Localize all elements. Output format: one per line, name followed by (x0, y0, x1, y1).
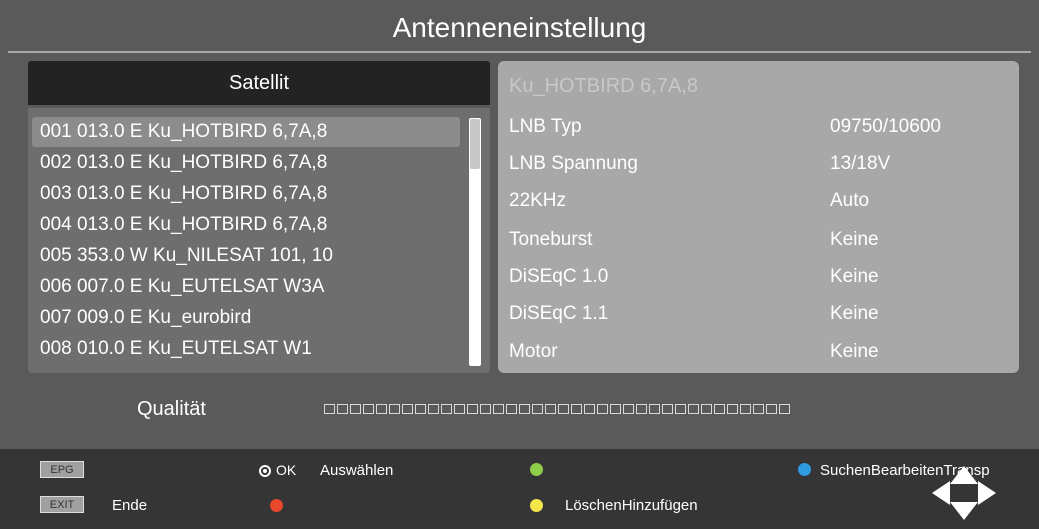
detail-label-diseqc-1-1: DiSEqC 1.1 (509, 303, 609, 324)
ok-action-label: Auswählen (320, 462, 394, 479)
quality-segment (701, 404, 712, 414)
quality-meter (324, 404, 790, 416)
green-button-icon[interactable] (530, 463, 543, 476)
satellite-item-2[interactable]: 002 013.0 E Ku_HOTBIRD 6,7A,8 (32, 148, 460, 178)
quality-segment (571, 404, 582, 414)
quality-segment (610, 404, 621, 414)
quality-segment (753, 404, 764, 414)
quality-segment (428, 404, 439, 414)
satellite-item-6[interactable]: 006 007.0 E Ku_EUTELSAT W3A (32, 272, 460, 302)
epg-key[interactable]: EPG (40, 461, 84, 478)
satellite-item-8[interactable]: 008 010.0 E Ku_EUTELSAT W1 (32, 334, 460, 364)
satellite-list-scrollbar[interactable] (469, 118, 481, 366)
quality-segment (337, 404, 348, 414)
quality-segment (389, 404, 400, 414)
satellite-item-4[interactable]: 004 013.0 E Ku_HOTBIRD 6,7A,8 (32, 210, 460, 240)
quality-segment (493, 404, 504, 414)
red-button-icon[interactable] (270, 499, 283, 512)
quality-segment (545, 404, 556, 414)
quality-segment (662, 404, 673, 414)
detail-label-22khz: 22KHz (509, 190, 567, 211)
quality-segment (740, 404, 751, 414)
scrollbar-thumb[interactable] (470, 119, 480, 169)
quality-segment (454, 404, 465, 414)
quality-segment (779, 404, 790, 414)
quality-segment (441, 404, 452, 414)
detail-label-toneburst: Toneburst (509, 229, 593, 250)
satellite-item-label: 005 353.0 W Ku_NILESAT 101, 10 (40, 245, 333, 266)
detail-value-lnb-voltage[interactable]: 13/18V (830, 153, 890, 175)
satellite-item-label: 006 007.0 E Ku_EUTELSAT W3A (40, 276, 325, 297)
quality-segment (350, 404, 361, 414)
quality-segment (558, 404, 569, 414)
yellow-button-label: LöschenHinzufügen (565, 497, 698, 514)
quality-segment (623, 404, 634, 414)
blue-button-icon[interactable] (798, 463, 811, 476)
yellow-button-icon[interactable] (530, 499, 543, 512)
navigation-arrows-icon (932, 466, 996, 520)
quality-segment (376, 404, 387, 414)
satellite-item-1[interactable]: 001 013.0 E Ku_HOTBIRD 6,7A,8 (32, 117, 460, 147)
detail-value-lnb-type[interactable]: 09750/10600 (830, 116, 941, 138)
quality-segment (727, 404, 738, 414)
title-divider (8, 51, 1031, 53)
quality-segment (636, 404, 647, 414)
detail-value-motor[interactable]: Keine (830, 341, 879, 363)
satellite-list-header: Satellit (28, 61, 490, 105)
page-title: Antenneneinstellung (392, 12, 647, 43)
exit-key[interactable]: EXIT (40, 496, 84, 513)
detail-value-diseqc-1-0[interactable]: Keine (830, 266, 879, 288)
satellite-item-5[interactable]: 005 353.0 W Ku_NILESAT 101, 10 (32, 241, 460, 271)
quality-label: Qualität (137, 398, 206, 420)
quality-segment (415, 404, 426, 414)
detail-value-diseqc-1-1[interactable]: Keine (830, 303, 879, 325)
quality-segment (597, 404, 608, 414)
satellite-item-label: 004 013.0 E Ku_HOTBIRD 6,7A,8 (40, 214, 328, 235)
detail-value-toneburst[interactable]: Keine (830, 229, 879, 251)
detail-value-22khz[interactable]: Auto (830, 190, 869, 212)
antenna-settings-screen: Antenneneinstellung Satellit 001 013.0 E… (0, 0, 1039, 529)
ok-key-label: OK (276, 462, 297, 478)
footer-legend (0, 449, 1039, 529)
quality-segment (714, 404, 725, 414)
satellite-item-3[interactable]: 003 013.0 E Ku_HOTBIRD 6,7A,8 (32, 179, 460, 209)
detail-label-lnb-voltage: LNB Spannung (509, 153, 638, 174)
satellite-list[interactable]: 001 013.0 E Ku_HOTBIRD 6,7A,8 002 013.0 … (28, 108, 490, 373)
exit-action-label: Ende (112, 497, 148, 514)
detail-label-diseqc-1-0: DiSEqC 1.0 (509, 266, 609, 287)
quality-segment (649, 404, 660, 414)
satellite-item-7[interactable]: 007 009.0 E Ku_eurobird (32, 303, 460, 333)
satellite-item-label: 003 013.0 E Ku_HOTBIRD 6,7A,8 (40, 183, 328, 204)
quality-segment (467, 404, 478, 414)
quality-segment (519, 404, 530, 414)
detail-label-lnb-type: LNB Typ (509, 116, 582, 137)
satellite-item-label: 007 009.0 E Ku_eurobird (40, 307, 252, 328)
quality-segment (480, 404, 491, 414)
quality-segment (324, 404, 335, 414)
quality-segment (675, 404, 686, 414)
details-title: Ku_HOTBIRD 6,7A,8 (509, 75, 698, 97)
quality-segment (766, 404, 777, 414)
detail-label-motor: Motor (509, 341, 558, 362)
satellite-item-label: 008 010.0 E Ku_EUTELSAT W1 (40, 338, 312, 359)
quality-segment (402, 404, 413, 414)
quality-segment (688, 404, 699, 414)
satellite-details-panel: Ku_HOTBIRD 6,7A,8 LNB Typ 09750/10600 LN… (498, 61, 1019, 373)
satellite-item-label: 002 013.0 E Ku_HOTBIRD 6,7A,8 (40, 152, 328, 173)
quality-segment (506, 404, 517, 414)
quality-segment (584, 404, 595, 414)
quality-segment (532, 404, 543, 414)
satellite-item-label: 001 013.0 E Ku_HOTBIRD 6,7A,8 (40, 121, 328, 142)
quality-segment (363, 404, 374, 414)
ok-circle-icon (259, 465, 271, 477)
